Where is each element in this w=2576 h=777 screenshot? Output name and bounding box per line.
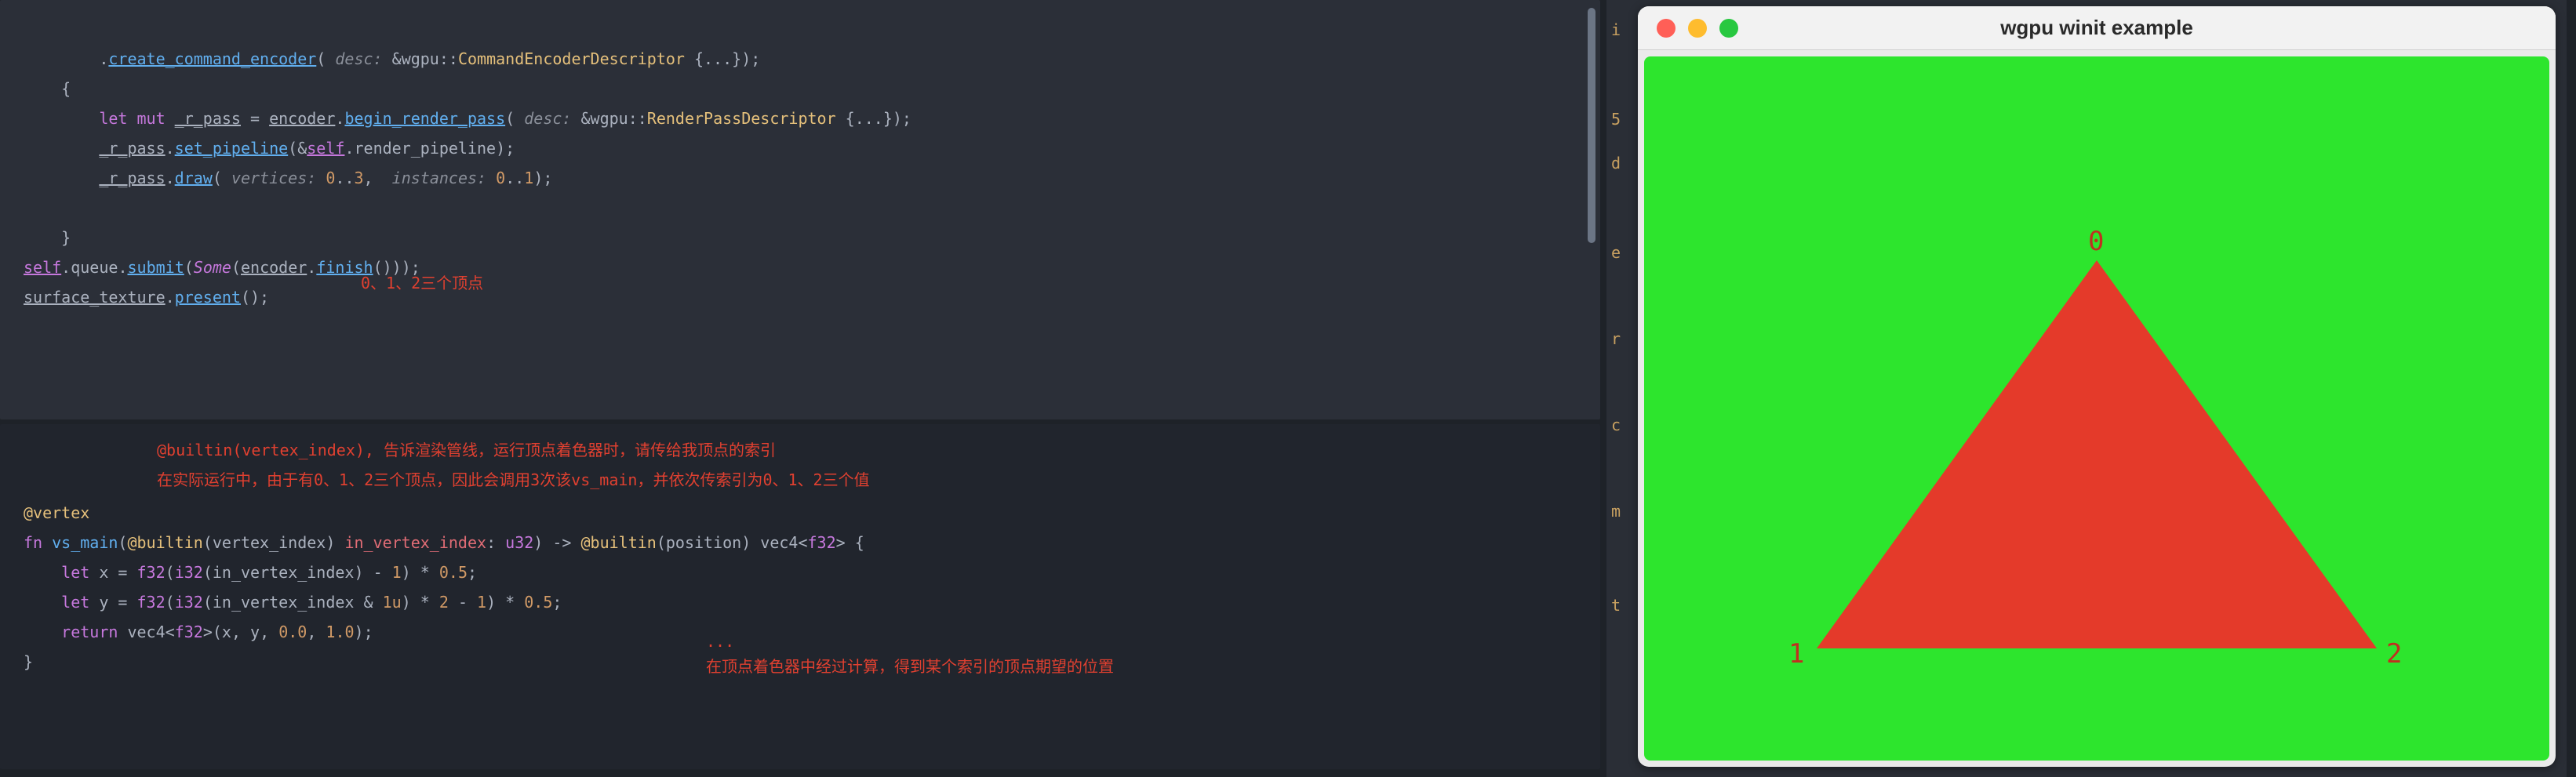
annotation-line: 在实际运行中，由于有0、1、2三个顶点，因此会调用3次该vs_main，并依次传… xyxy=(157,465,870,495)
render-canvas: 0 1 2 xyxy=(1644,56,2549,761)
gutter-char: r xyxy=(1611,329,1621,348)
vertex-label-0: 0 xyxy=(2088,226,2104,257)
window-titlebar[interactable]: wgpu winit example xyxy=(1638,6,2556,50)
app-window: wgpu winit example 0 1 2 xyxy=(1638,6,2556,767)
code-line: let x = f32(i32(in_vertex_index) - 1) * … xyxy=(24,563,477,582)
annotation-line: 在顶点着色器中经过计算，得到某个索引的顶点期望的位置 xyxy=(706,652,1114,681)
gutter-char: d xyxy=(1611,154,1621,172)
window-title: wgpu winit example xyxy=(1638,16,2556,40)
vertex-label-1: 1 xyxy=(1788,638,1804,670)
code-line: let y = f32(i32(in_vertex_index & 1u) * … xyxy=(24,593,562,612)
gutter-char: c xyxy=(1611,416,1621,434)
code-line: .create_command_encoder( desc: &wgpu::Co… xyxy=(24,49,760,68)
gutter-char: i xyxy=(1611,20,1621,39)
gutter-char: 5 xyxy=(1611,110,1621,129)
code-line: _r_pass.draw( vertices: 0..3, instances:… xyxy=(24,169,552,187)
code-line: fn vs_main(@builtin(vertex_index) in_ver… xyxy=(24,533,864,552)
rust-code-panel: .create_command_encoder( desc: &wgpu::Co… xyxy=(0,0,1600,419)
traffic-lights xyxy=(1657,19,1738,38)
vertex-label-2: 2 xyxy=(2386,638,2402,670)
left-code-column: .create_command_encoder( desc: &wgpu::Co… xyxy=(0,0,1600,777)
gutter-char: t xyxy=(1611,596,1621,615)
code-line: surface_texture.present(); xyxy=(24,288,269,307)
code-line: } xyxy=(24,652,33,671)
code-line: _r_pass.set_pipeline(&self.render_pipeli… xyxy=(24,139,515,158)
gutter-char: e xyxy=(1611,243,1621,262)
code-line: let mut _r_pass = encoder.begin_render_p… xyxy=(24,109,911,128)
annotation-line: @builtin(vertex_index), 告诉渲染管线，运行顶点着色器时，… xyxy=(157,435,776,465)
scrollbar-thumb[interactable] xyxy=(1588,8,1595,243)
code-line: @vertex xyxy=(24,503,89,522)
right-output-column: i 5 d e r c m t wgpu winit example 0 1 2 xyxy=(1606,0,2567,777)
annotation-line: 0、1、2三个顶点 xyxy=(361,268,483,298)
close-icon[interactable] xyxy=(1657,19,1675,38)
triangle-shape xyxy=(1644,56,2549,761)
code-line: { xyxy=(24,79,71,98)
wgsl-code-panel: @builtin(vertex_index), 告诉渲染管线，运行顶点着色器时，… xyxy=(0,424,1600,769)
minimize-icon[interactable] xyxy=(1688,19,1707,38)
scrollbar[interactable] xyxy=(1586,0,1597,419)
gutter-char: m xyxy=(1611,502,1621,521)
code-line: } xyxy=(24,228,71,247)
code-line: return vec4<f32>(x, y, 0.0, 1.0); xyxy=(24,623,373,641)
maximize-icon[interactable] xyxy=(1719,19,1738,38)
